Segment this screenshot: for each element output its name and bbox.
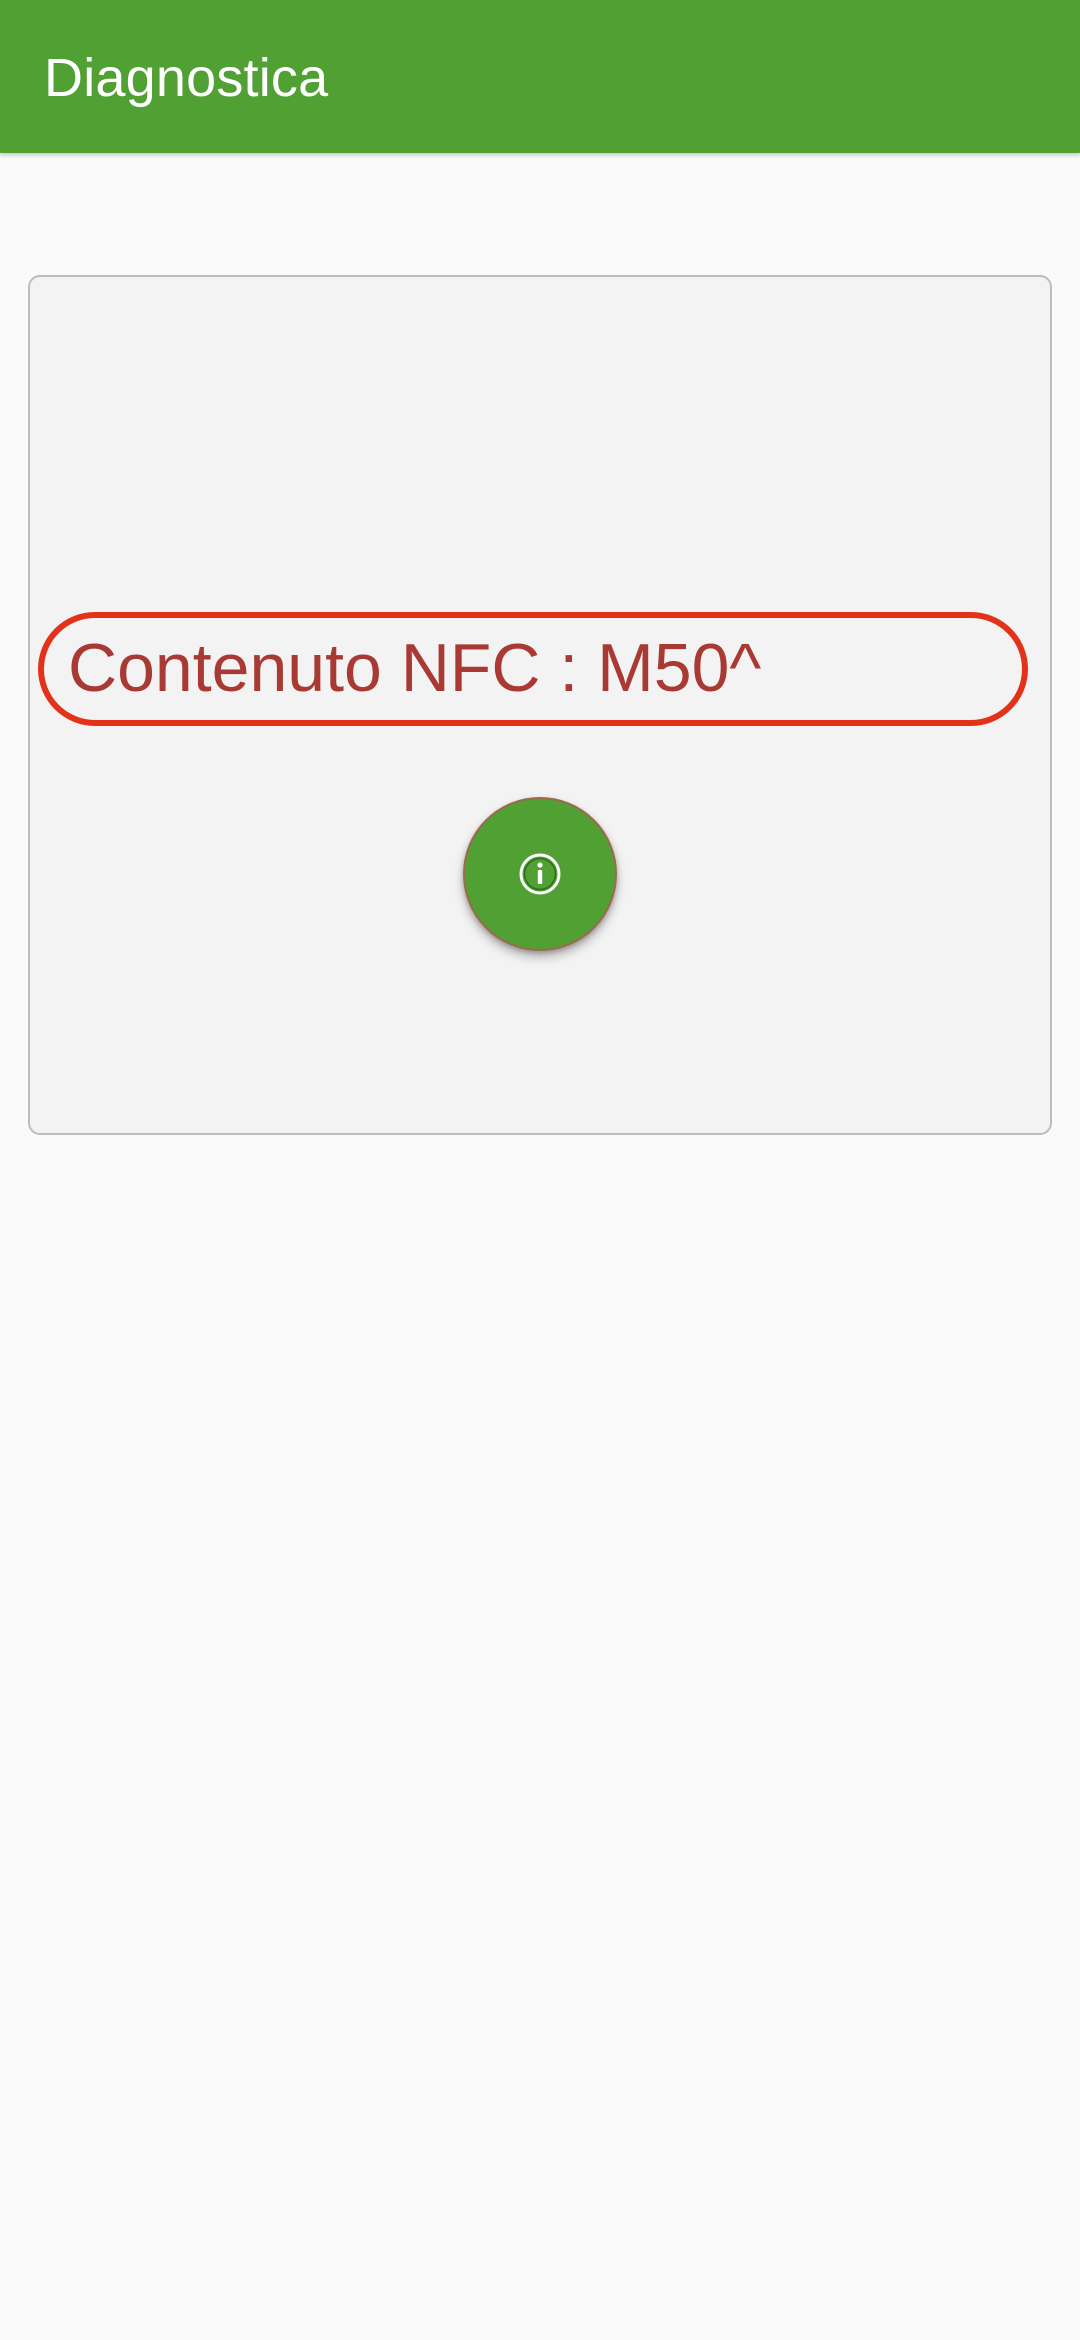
info-button[interactable] (463, 797, 617, 951)
app-title: Diagnostica (44, 48, 329, 108)
nfc-content-label: Contenuto NFC : M50^ (68, 630, 762, 706)
info-icon (516, 850, 564, 898)
app-bar: Diagnostica (0, 0, 1080, 153)
